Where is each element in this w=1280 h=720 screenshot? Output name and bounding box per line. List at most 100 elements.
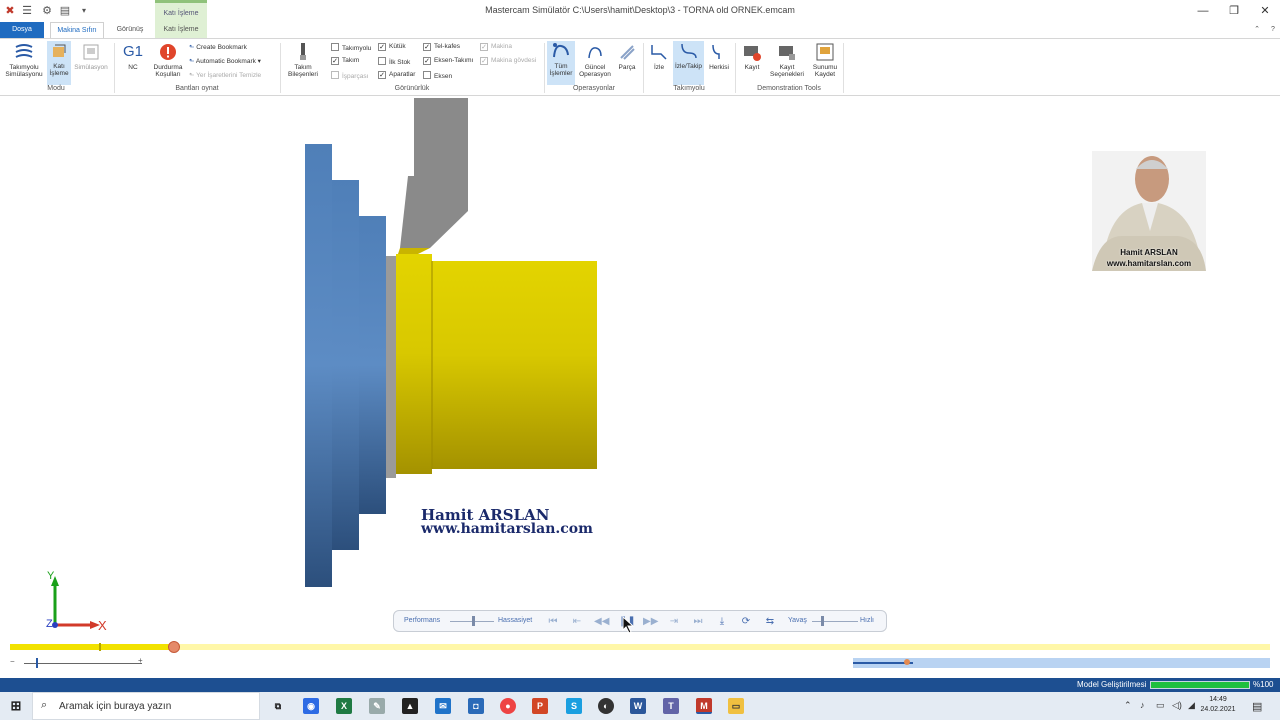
collapse-ribbon-icon[interactable]: ⌃: [1250, 22, 1264, 38]
windows-taskbar: ⊞ ⌕ Aramak için buraya yazın ⧉ ◉ X ✎ ▲ ✉…: [0, 692, 1280, 720]
checkbox-workpiece[interactable]: İşparçası: [331, 71, 368, 80]
repeat-icon[interactable]: ⇆: [763, 615, 777, 629]
checkbox-toolpath[interactable]: Takımyolu: [331, 43, 371, 52]
step-forward-icon[interactable]: ⇥: [667, 615, 681, 629]
volume-icon[interactable]: ◁): [1172, 700, 1182, 711]
simulation-timeline[interactable]: [10, 641, 1270, 653]
checkbox-machine[interactable]: ✓ Makina: [480, 43, 512, 51]
mouse-cursor-icon: [622, 616, 635, 634]
help-icon[interactable]: ?: [1266, 22, 1280, 38]
search-icon: ⌕: [41, 699, 48, 711]
notifications-icon[interactable]: ▤: [1252, 700, 1262, 713]
tab-view[interactable]: Görünüş: [108, 22, 152, 38]
add-bookmark-icon[interactable]: ⤓: [715, 615, 729, 629]
speed-slider[interactable]: [812, 621, 858, 622]
save-presentation-label: Sunumu Kaydet: [812, 64, 838, 78]
go-start-icon[interactable]: ⏮: [546, 615, 560, 629]
trace-icon: [651, 45, 667, 60]
solid-mode-button[interactable]: Katı İşleme: [47, 41, 71, 85]
simulation-viewport[interactable]: Hamit ARSLAN www.hamitarslan.com Hamit A…: [0, 96, 1280, 678]
hide-button[interactable]: Herkisi: [706, 42, 732, 71]
mastercam-taskbar-icon[interactable]: M: [696, 698, 712, 714]
all-operations-label: Tüm İşlemler: [549, 63, 573, 77]
checkbox-axis-tool[interactable]: ✓ Eksen-Takımı: [423, 57, 473, 65]
chrome-icon[interactable]: ●: [500, 698, 516, 714]
editor-app-icon[interactable]: ▲: [402, 698, 418, 714]
speed-slider-knob[interactable]: [821, 616, 825, 626]
trace-follow-label: İzle/Takip: [674, 63, 703, 70]
stop-conditions-button[interactable]: Durdurma Koşulları: [149, 42, 187, 78]
checkbox-stock[interactable]: ✓ Kütük: [378, 43, 406, 51]
restore-button[interactable]: ❐: [1219, 3, 1249, 19]
powerpoint-icon[interactable]: P: [532, 698, 548, 714]
part-label: Parça: [618, 64, 636, 71]
zoom-slider[interactable]: [24, 663, 142, 664]
record-button[interactable]: Kayıt: [738, 42, 766, 71]
create-bookmark-button[interactable]: ⬑ Create Bookmark: [189, 43, 247, 51]
checkbox-box: ✓: [378, 43, 386, 51]
taskbar-clock[interactable]: 14:49 24.02.2021: [1200, 695, 1236, 715]
operation-marker[interactable]: [904, 659, 910, 665]
toolpath-simulation-button[interactable]: Takımyolu Simülasyonu: [3, 42, 45, 78]
tab-file[interactable]: Dosya: [0, 22, 44, 38]
nc-button[interactable]: G1 NC: [120, 42, 146, 71]
zoom-app-icon[interactable]: ◉: [303, 698, 319, 714]
battery-icon[interactable]: ▭: [1156, 700, 1165, 711]
save-presentation-button[interactable]: Sunumu Kaydet: [810, 42, 840, 78]
zoom-out-button[interactable]: −: [10, 657, 15, 666]
part-icon: [620, 45, 635, 60]
task-view-icon[interactable]: ⧉: [270, 698, 286, 714]
loop-icon[interactable]: ⟳: [739, 615, 753, 629]
close-button[interactable]: ✕: [1250, 3, 1280, 19]
checkbox-machine-body[interactable]: ✓ Makina gövdesi: [480, 57, 536, 65]
timeline-handle[interactable]: [167, 641, 180, 653]
minimize-button[interactable]: —: [1188, 3, 1218, 19]
stop-icon: [160, 44, 176, 60]
trace-button[interactable]: İzle: [647, 42, 671, 71]
record-label: Kayıt: [744, 64, 760, 71]
record-options-button[interactable]: Kayıt Seçenekleri: [767, 42, 807, 78]
all-operations-button[interactable]: Tüm İşlemler: [547, 41, 575, 85]
word-icon[interactable]: W: [630, 698, 646, 714]
automatic-bookmark-button[interactable]: ⬑ Automatic Bookmark ▾: [189, 57, 261, 65]
windows-start-icon[interactable]: ⊞: [8, 698, 24, 714]
part-button[interactable]: Parça: [615, 42, 639, 71]
checkbox-wireframe[interactable]: ✓ Tel-kafes: [423, 43, 460, 51]
taskbar-search[interactable]: ⌕ Aramak için buraya yazın: [32, 692, 260, 720]
skype-icon[interactable]: S: [566, 698, 582, 714]
quality-slider-knob[interactable]: [472, 616, 475, 626]
zoom-in-button[interactable]: +: [138, 656, 143, 665]
simulation-mode-button[interactable]: Simülasyon: [72, 42, 110, 71]
step-back-icon[interactable]: ⇤: [570, 615, 584, 629]
tab-machine[interactable]: Makina Sıfırı: [50, 22, 104, 38]
timeline-bookmark-marker[interactable]: [99, 643, 101, 651]
camera-app-icon[interactable]: ◘: [468, 698, 484, 714]
checkbox-fixtures[interactable]: ✓ Aparatlar: [378, 71, 415, 79]
network-icon[interactable]: ◢: [1188, 700, 1195, 711]
play-icon[interactable]: ▶▶: [643, 615, 658, 629]
rewind-icon[interactable]: ◀◀: [594, 615, 609, 629]
axis-x-label: X: [98, 618, 107, 633]
checkbox-initial-stock[interactable]: İlk Stok: [378, 57, 410, 66]
microphone-icon[interactable]: ♪: [1140, 700, 1145, 710]
teams-icon[interactable]: T: [663, 698, 679, 714]
trace-follow-button[interactable]: İzle/Takip: [673, 41, 704, 85]
operation-timeline[interactable]: [853, 658, 1270, 668]
current-operation-icon: [588, 47, 602, 59]
excel-icon[interactable]: X: [336, 698, 352, 714]
file-explorer-icon[interactable]: ▭: [728, 698, 744, 714]
checkbox-label: Takım: [342, 57, 360, 64]
checkbox-axis[interactable]: Eksen: [423, 71, 452, 80]
tray-chevron-icon[interactable]: ⌃: [1124, 700, 1132, 711]
tab-solid[interactable]: Katı İşleme: [155, 22, 207, 38]
pen-app-icon[interactable]: ✎: [369, 698, 385, 714]
obs-icon[interactable]: ◐: [598, 698, 614, 714]
checkbox-tool[interactable]: ✓ Takım: [331, 57, 359, 65]
mail-icon[interactable]: ✉: [435, 698, 451, 714]
trace-label: İzle: [653, 64, 665, 71]
clear-bookmarks-button[interactable]: ⬑ Yer İşaretlerini Temizle: [189, 71, 261, 79]
tool-components-button[interactable]: Takım Bileşenleri: [284, 42, 322, 78]
zoom-slider-knob[interactable]: [36, 658, 38, 668]
go-end-icon[interactable]: ⏭: [691, 615, 705, 629]
current-operation-button[interactable]: Güncel Operasyon: [578, 42, 612, 78]
